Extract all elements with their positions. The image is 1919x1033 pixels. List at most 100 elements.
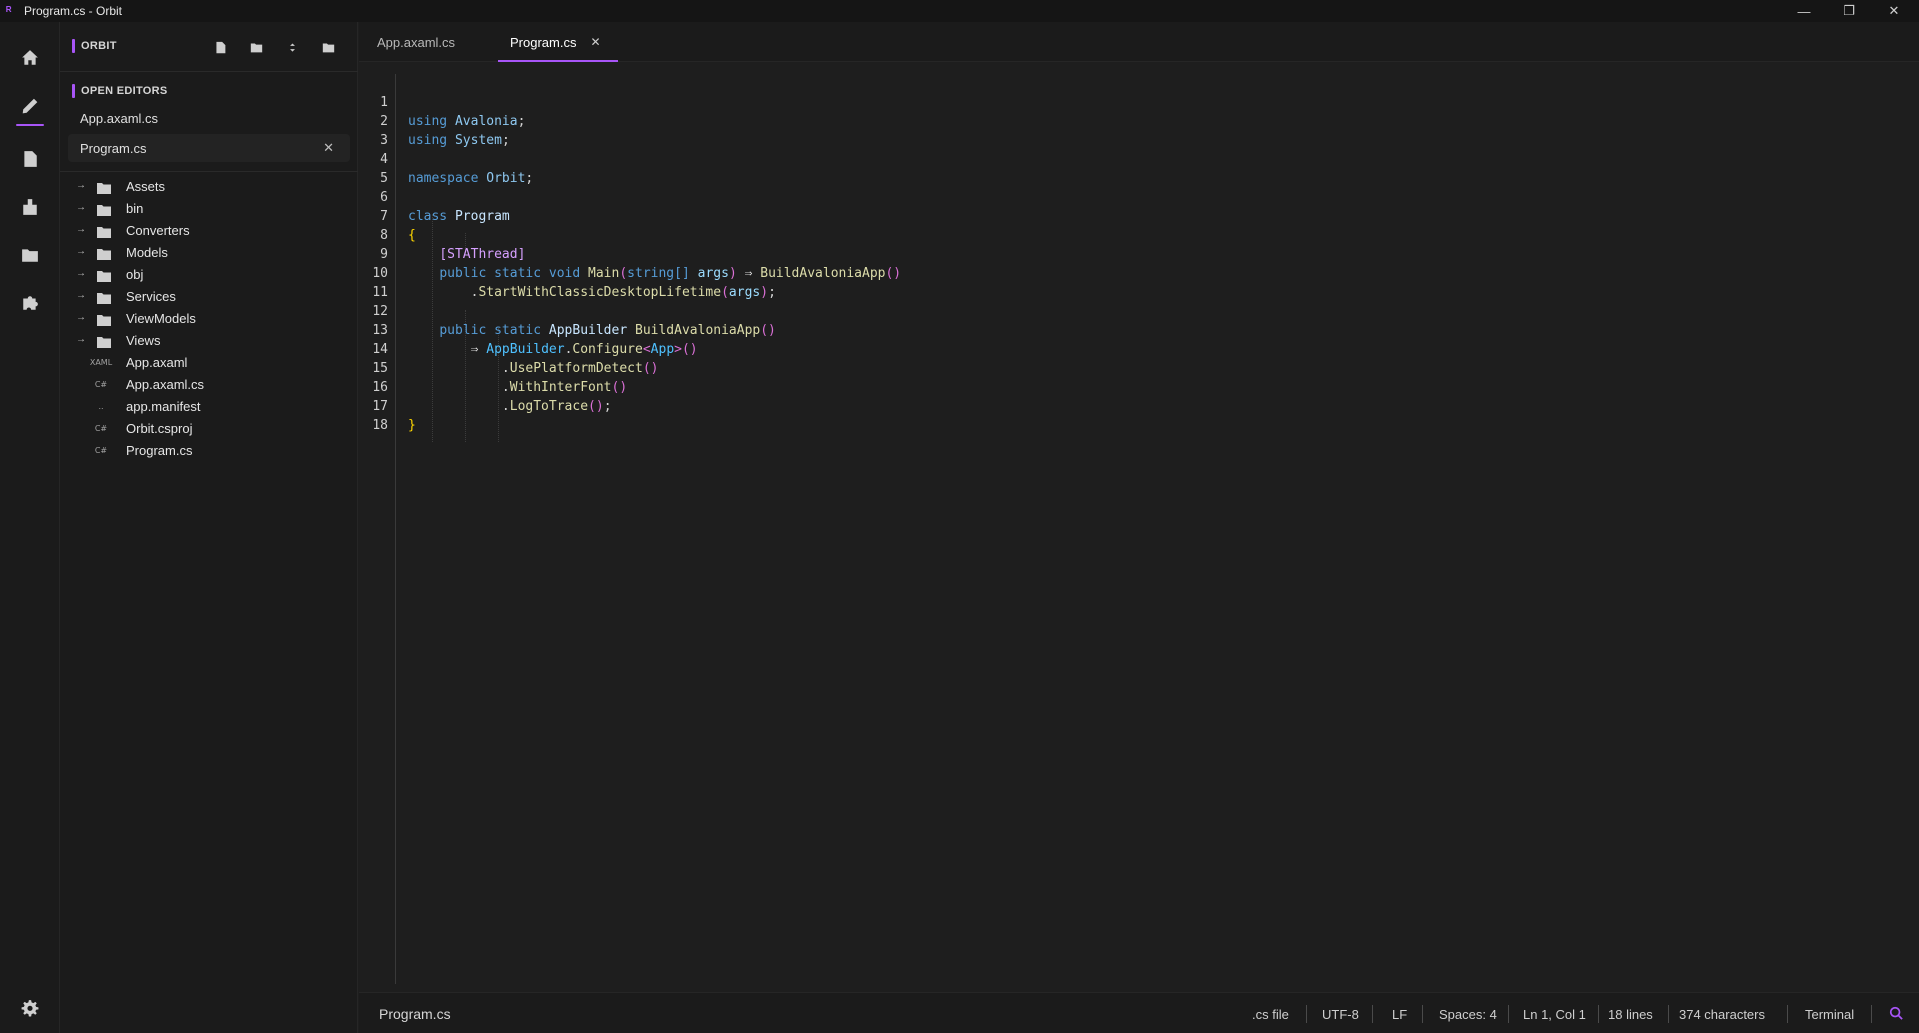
close-tab-icon[interactable]: ✕: [590, 35, 600, 49]
open-editors-label: OPEN EDITORS: [81, 85, 168, 97]
folder-icon: [97, 313, 111, 326]
chevron-right-icon: →: [76, 202, 86, 213]
tree-item-label: obj: [126, 267, 144, 282]
search-icon[interactable]: [1889, 1006, 1905, 1022]
collapse-icon[interactable]: [282, 37, 302, 57]
tree-file-app-axaml[interactable]: XAML App.axaml: [68, 352, 350, 374]
tree-folder-views[interactable]: → Views: [68, 330, 350, 352]
open-editor-item[interactable]: Program.cs ✕: [68, 134, 350, 162]
tab-program-cs[interactable]: Program.cs ✕: [498, 22, 618, 62]
tree-folder-obj[interactable]: → obj: [68, 264, 350, 286]
file-icon[interactable]: [0, 139, 60, 179]
minimize-button[interactable]: —: [1781, 0, 1827, 22]
status-file-type[interactable]: .cs file: [1252, 1007, 1289, 1022]
open-editor-name: App.axaml.cs: [80, 111, 159, 126]
status-bar: Program.cs .cs file UTF-8 LF Spaces: 4 L…: [359, 992, 1919, 1033]
code-line: 11: [359, 264, 1859, 300]
code-line: 2 using System;: [359, 93, 1859, 148]
gear-icon[interactable]: [0, 988, 60, 1028]
puzzle-icon[interactable]: [0, 283, 60, 323]
code-line: 15 .WithInterFont(): [359, 340, 1859, 395]
status-file-name: Program.cs: [379, 1006, 451, 1022]
explorer-sidebar: ORBIT OPEN EDITORS App.axaml.cs Program.…: [60, 22, 358, 1033]
chevron-right-icon: →: [76, 180, 86, 191]
tree-folder-bin[interactable]: → bin: [68, 198, 350, 220]
close-window-button[interactable]: ✕: [1871, 0, 1917, 22]
code-line: 7 {: [359, 188, 1859, 243]
tree-folder-converters[interactable]: → Converters: [68, 220, 350, 242]
code-line: 13 ⇒ AppBuilder.Configure<App>(): [359, 302, 1859, 357]
tree-file-app-manifest[interactable]: .. app.manifest: [68, 396, 350, 418]
accent-marker: [72, 84, 75, 98]
code-line: 12 public static AppBuilder BuildAvaloni…: [359, 283, 1859, 338]
line-number: 18: [372, 418, 388, 433]
status-line-ending[interactable]: LF: [1392, 1007, 1407, 1022]
chevron-right-icon: →: [76, 312, 86, 323]
code-line: 4 namespace Orbit;: [359, 131, 1859, 186]
tree-folder-services[interactable]: → Services: [68, 286, 350, 308]
tree-file-app-axaml-cs[interactable]: C# App.axaml.cs: [68, 374, 350, 396]
folder-icon: [97, 203, 111, 216]
status-line-count: 18 lines: [1608, 1007, 1653, 1022]
status-indentation[interactable]: Spaces: 4: [1439, 1007, 1497, 1022]
code-line: 3: [359, 112, 1859, 148]
tree-file-program-cs[interactable]: C# Program.cs: [68, 440, 350, 462]
accent-marker: [72, 39, 75, 53]
csharp-file-icon: C#: [94, 380, 108, 389]
new-file-icon[interactable]: [210, 37, 230, 57]
open-editor-name: Program.cs: [80, 141, 147, 156]
tree-item-label: Assets: [126, 179, 166, 194]
status-encoding[interactable]: UTF-8: [1322, 1007, 1359, 1022]
tree-item-label: Program.cs: [126, 443, 193, 458]
tab-app-axaml-cs[interactable]: App.axaml.cs: [377, 22, 477, 62]
open-editors-header[interactable]: OPEN EDITORS: [60, 82, 358, 102]
chevron-right-icon: →: [76, 290, 86, 301]
tree-folder-models[interactable]: → Models: [68, 242, 350, 264]
pencil-icon[interactable]: [0, 86, 60, 126]
code-line: 5: [359, 150, 1859, 186]
code-editor[interactable]: 1 using Avalonia; 2 using System; 3 4 na…: [359, 62, 1919, 992]
tree-item-label: Views: [126, 333, 161, 348]
restore-button[interactable]: ❐: [1826, 0, 1872, 22]
status-divider: [1372, 1005, 1373, 1023]
tree-item-label: App.axaml: [126, 355, 188, 370]
project-label: ORBIT: [81, 40, 117, 52]
code-line: 14 .UsePlatformDetect(): [359, 321, 1859, 376]
status-divider: [1787, 1005, 1788, 1023]
chevron-right-icon: →: [76, 268, 86, 279]
terminal-toggle-button[interactable]: Terminal: [1805, 1007, 1854, 1022]
chevron-right-icon: →: [76, 334, 86, 345]
open-folder-icon[interactable]: [318, 37, 338, 57]
close-editor-icon[interactable]: ✕: [323, 140, 334, 156]
package-icon[interactable]: [0, 187, 60, 227]
code-line: 8 [STAThread]: [359, 207, 1859, 262]
activity-bar: [0, 22, 60, 1033]
tree-file-orbit-csproj[interactable]: C# Orbit.csproj: [68, 418, 350, 440]
code-line: 9 public static void Main(string[] args)…: [359, 226, 1859, 281]
code-line: 10 .StartWithClassicDesktopLifetime(args…: [359, 245, 1859, 300]
tree-item-label: Services: [126, 289, 176, 304]
folder-icon[interactable]: [0, 235, 60, 275]
status-char-count: 374 characters: [1679, 1007, 1765, 1022]
tree-item-label: Converters: [126, 223, 190, 238]
home-icon[interactable]: [0, 38, 60, 78]
folder-icon: [97, 291, 111, 304]
generic-file-icon: ..: [98, 402, 104, 411]
code-line: 17 }: [359, 378, 1859, 433]
tab-label: App.axaml.cs: [377, 34, 456, 50]
status-divider: [1668, 1005, 1669, 1023]
folder-icon: [97, 225, 111, 238]
xaml-file-icon: XAML: [89, 358, 113, 367]
explorer-header: ORBIT: [60, 22, 358, 72]
status-divider: [1306, 1005, 1307, 1023]
tree-folder-assets[interactable]: → Assets: [68, 176, 350, 198]
status-divider: [1422, 1005, 1423, 1023]
status-cursor-position[interactable]: Ln 1, Col 1: [1523, 1007, 1586, 1022]
tree-folder-viewmodels[interactable]: → ViewModels: [68, 308, 350, 330]
chevron-right-icon: →: [76, 246, 86, 257]
divider: [60, 171, 358, 172]
code-line: 1 using Avalonia;: [359, 74, 1859, 129]
open-editor-item[interactable]: App.axaml.cs: [68, 104, 350, 132]
new-folder-icon[interactable]: [246, 37, 266, 57]
status-divider: [1508, 1005, 1509, 1023]
